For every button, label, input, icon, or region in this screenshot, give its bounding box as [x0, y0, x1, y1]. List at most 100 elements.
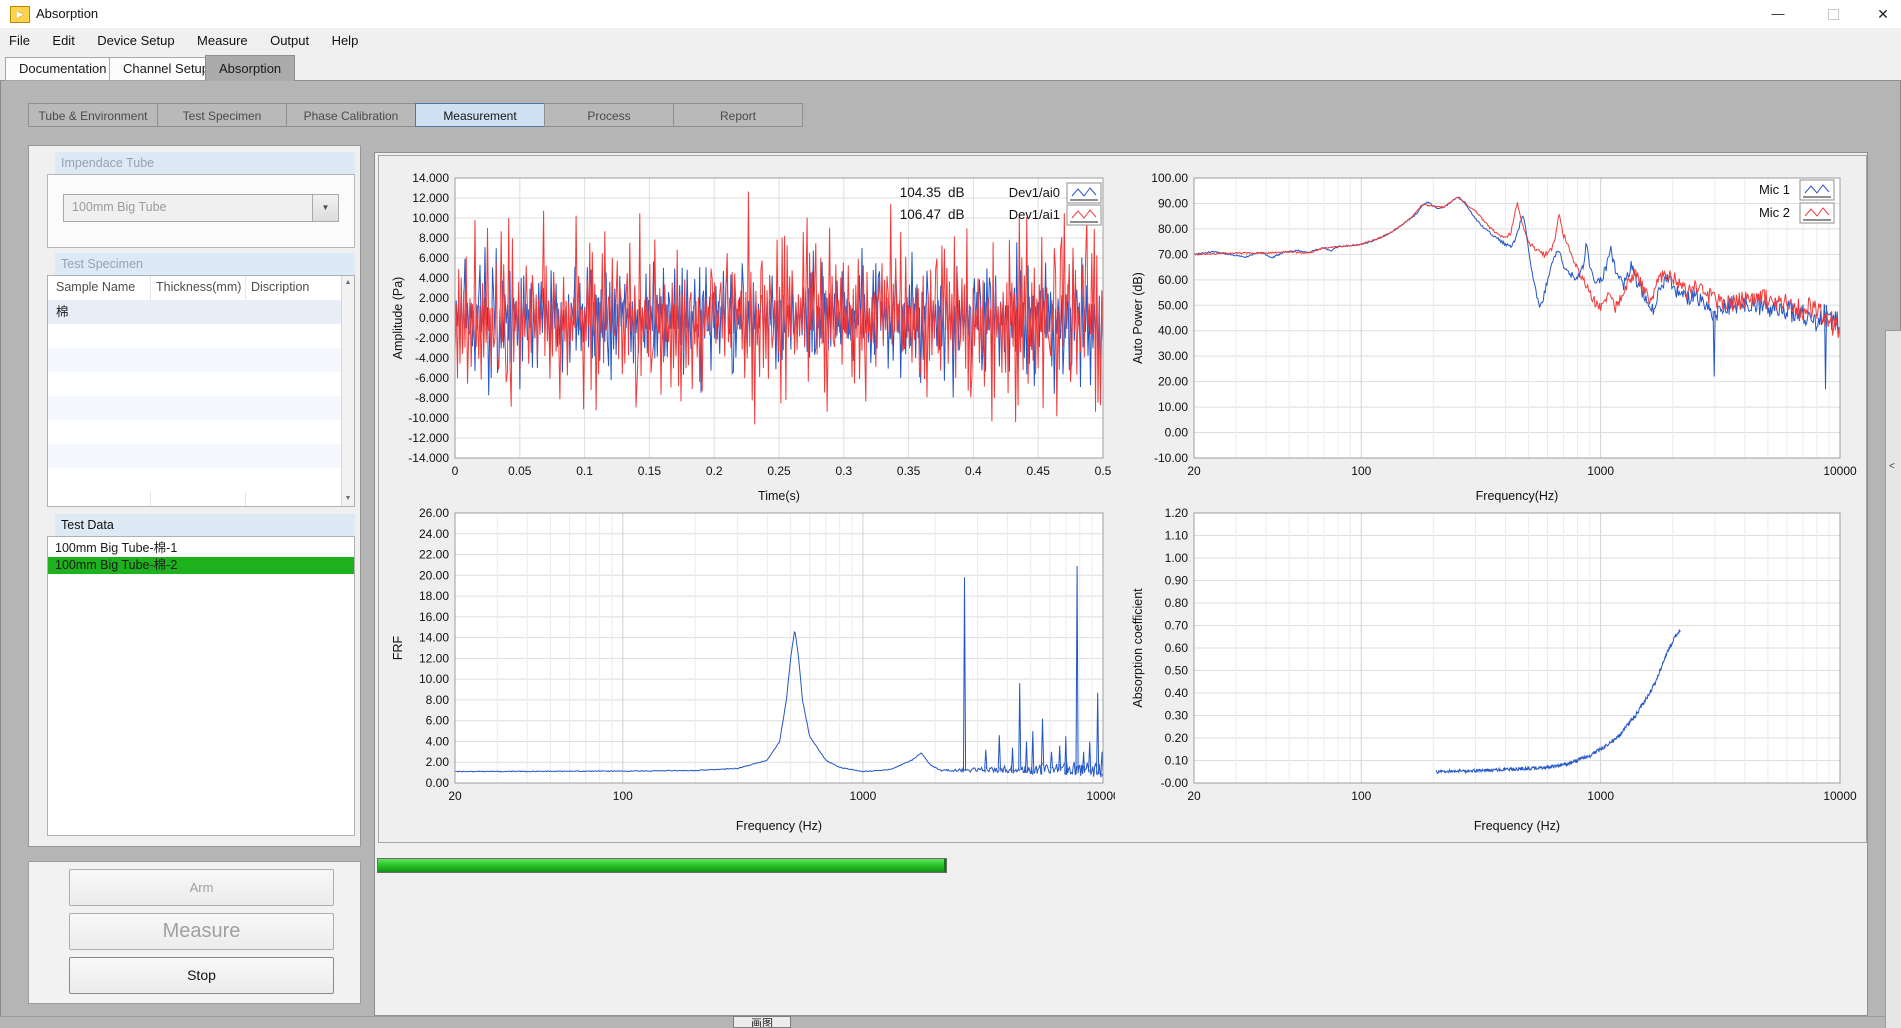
- stop-button[interactable]: Stop: [69, 957, 334, 994]
- table-row[interactable]: [48, 444, 341, 468]
- svg-text:20: 20: [448, 789, 462, 803]
- svg-text:1.00: 1.00: [1165, 551, 1189, 565]
- svg-text:1.10: 1.10: [1165, 529, 1189, 543]
- svg-text:1000: 1000: [1587, 789, 1614, 803]
- svg-text:-14.000: -14.000: [408, 451, 449, 465]
- svg-text:-4.000: -4.000: [415, 351, 449, 365]
- menu-item-file[interactable]: File: [0, 28, 39, 54]
- menu-item-help[interactable]: Help: [323, 28, 368, 54]
- close-button[interactable]: ✕: [1860, 0, 1901, 28]
- list-item[interactable]: 100mm Big Tube-棉-1: [48, 540, 354, 557]
- table-row[interactable]: [48, 468, 341, 492]
- measure-button[interactable]: Measure: [69, 913, 334, 950]
- svg-text:20.00: 20.00: [419, 568, 449, 582]
- table-row[interactable]: [48, 396, 341, 420]
- subtab-tube-environment[interactable]: Tube & Environment: [28, 103, 158, 127]
- table-row[interactable]: [48, 420, 341, 444]
- svg-text:Dev1/ai1: Dev1/ai1: [1009, 207, 1060, 222]
- svg-text:0.5: 0.5: [1095, 464, 1112, 478]
- menubar: File Edit Device Setup Measure Output He…: [0, 28, 1901, 55]
- svg-text:-0.00: -0.00: [1161, 776, 1189, 790]
- svg-text:2.00: 2.00: [426, 755, 450, 769]
- menu-item-measure[interactable]: Measure: [188, 28, 257, 54]
- impedance-tube-group: 100mm Big Tube ▼: [47, 174, 355, 248]
- svg-text:14.00: 14.00: [419, 631, 449, 645]
- table-row[interactable]: [48, 348, 341, 372]
- svg-text:0.05: 0.05: [508, 464, 532, 478]
- subtab-process[interactable]: Process: [544, 103, 674, 127]
- chevron-down-icon[interactable]: ▼: [312, 195, 338, 221]
- subtab-phase-calibration[interactable]: Phase Calibration: [286, 103, 416, 127]
- svg-text:0.45: 0.45: [1027, 464, 1051, 478]
- svg-text:0.3: 0.3: [835, 464, 852, 478]
- svg-text:-10.000: -10.000: [408, 411, 449, 425]
- svg-text:100: 100: [1351, 464, 1371, 478]
- svg-text:10000: 10000: [1823, 464, 1857, 478]
- svg-text:60.00: 60.00: [1158, 273, 1188, 287]
- impedance-tube-select[interactable]: 100mm Big Tube ▼: [63, 194, 339, 222]
- svg-text:10.000: 10.000: [412, 211, 449, 225]
- svg-text:26.00: 26.00: [419, 506, 449, 520]
- cell-sample-name: 棉: [56, 300, 69, 324]
- svg-text:Amplitude (Pa): Amplitude (Pa): [391, 277, 405, 360]
- subtab-measurement[interactable]: Measurement: [415, 103, 545, 127]
- bottom-tab-draw[interactable]: 画图: [733, 1016, 791, 1028]
- svg-text:Auto Power (dB): Auto Power (dB): [1131, 272, 1145, 364]
- bottom-strip: [0, 1016, 1901, 1028]
- col-discription: Discription: [251, 280, 309, 294]
- svg-text:Frequency(Hz): Frequency(Hz): [1476, 489, 1559, 503]
- col-thickness: Thickness(mm): [156, 280, 241, 294]
- svg-text:dB: dB: [948, 185, 965, 200]
- list-item-selected[interactable]: 100mm Big Tube-棉-2: [48, 557, 354, 574]
- sidebar-panel: Impendace Tube 100mm Big Tube ▼ Test Spe…: [28, 145, 361, 847]
- svg-text:6.000: 6.000: [419, 251, 449, 265]
- maximize-button[interactable]: [1810, 0, 1856, 28]
- svg-text:4.00: 4.00: [426, 734, 450, 748]
- menu-item-edit[interactable]: Edit: [43, 28, 83, 54]
- maximize-icon: [1828, 9, 1839, 20]
- svg-text:0.30: 0.30: [1165, 709, 1189, 723]
- svg-text:0.20: 0.20: [1165, 731, 1189, 745]
- window-title: Absorption: [36, 6, 98, 21]
- svg-text:10000: 10000: [1823, 789, 1857, 803]
- svg-text:Absorption coefficient: Absorption coefficient: [1131, 588, 1145, 708]
- tab-documentation[interactable]: Documentation: [5, 57, 120, 81]
- table-row[interactable]: [48, 372, 341, 396]
- svg-text:0.80: 0.80: [1165, 596, 1189, 610]
- svg-text:1000: 1000: [850, 789, 877, 803]
- tab-absorption[interactable]: Absorption: [205, 55, 295, 81]
- table-header-row: Sample Name Thickness(mm) Discription: [48, 276, 341, 301]
- subtab-report[interactable]: Report: [673, 103, 803, 127]
- subtab-test-specimen[interactable]: Test Specimen: [157, 103, 287, 127]
- svg-text:Time(s): Time(s): [758, 489, 800, 503]
- svg-text:10.00: 10.00: [1158, 400, 1188, 414]
- minimize-button[interactable]: —: [1755, 0, 1801, 28]
- menu-item-device-setup[interactable]: Device Setup: [88, 28, 183, 54]
- svg-text:8.000: 8.000: [419, 231, 449, 245]
- svg-text:0: 0: [452, 464, 459, 478]
- scroll-up-icon[interactable]: ▲: [342, 276, 354, 290]
- svg-text:-8.000: -8.000: [415, 391, 449, 405]
- svg-text:2.000: 2.000: [419, 291, 449, 305]
- svg-text:0.4: 0.4: [965, 464, 982, 478]
- svg-text:100.00: 100.00: [1151, 171, 1188, 185]
- svg-text:104.35: 104.35: [900, 185, 941, 200]
- svg-text:0.15: 0.15: [638, 464, 662, 478]
- app-icon: ▶: [10, 6, 30, 23]
- auto-power-chart: 100.0090.0080.0070.0060.0050.0040.0030.0…: [1130, 170, 1870, 507]
- svg-text:Mic 2: Mic 2: [1759, 205, 1790, 220]
- arm-button[interactable]: Arm: [69, 869, 334, 906]
- document-tabbar: Documentation Channel Setup Absorption: [0, 54, 1901, 81]
- svg-text:0.00: 0.00: [1165, 426, 1189, 440]
- svg-text:20: 20: [1187, 789, 1201, 803]
- svg-text:10.00: 10.00: [419, 672, 449, 686]
- svg-text:70.00: 70.00: [1158, 247, 1188, 261]
- table-scrollbar[interactable]: ▲ ▼: [341, 276, 354, 506]
- scroll-down-icon[interactable]: ▼: [342, 492, 354, 506]
- table-row[interactable]: 棉: [48, 300, 341, 324]
- collapse-handle[interactable]: <: [1885, 330, 1901, 1028]
- menu-item-output[interactable]: Output: [261, 28, 318, 54]
- table-row[interactable]: [48, 324, 341, 348]
- svg-text:dB: dB: [948, 207, 965, 222]
- svg-text:100: 100: [613, 789, 633, 803]
